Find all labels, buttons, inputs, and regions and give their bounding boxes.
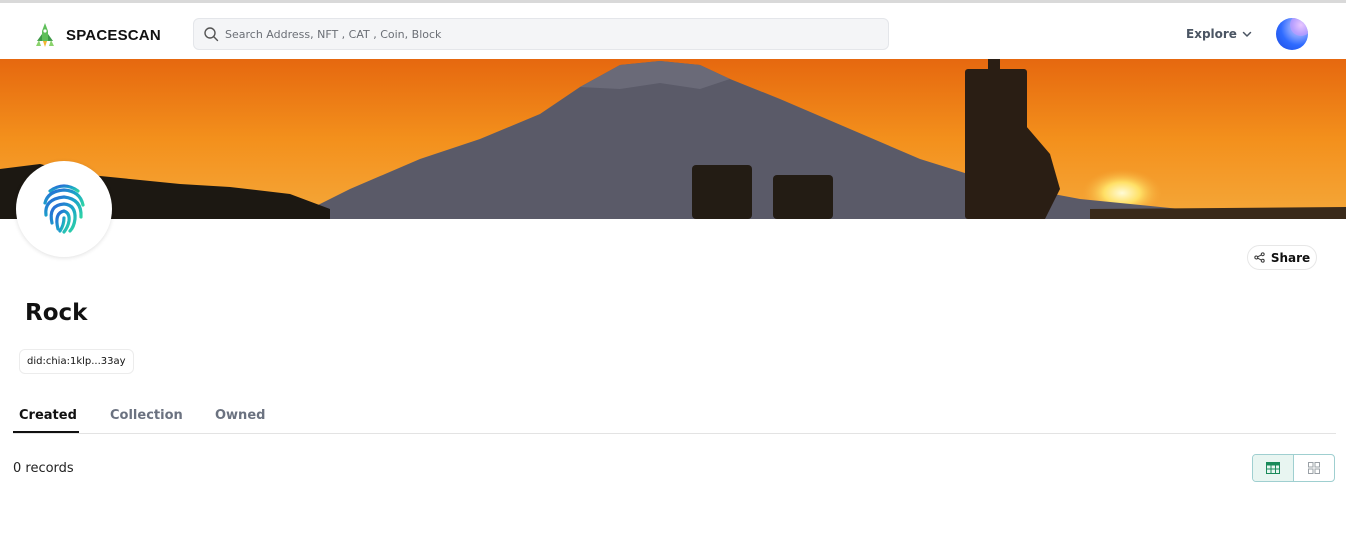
grid-view-button[interactable] [1294, 455, 1334, 481]
profile-tabs: Created Collection Owned [13, 400, 1336, 434]
profile-name: Rock [25, 300, 88, 326]
brand-name: SPACESCAN [66, 26, 161, 44]
view-toggle [1252, 454, 1335, 482]
share-button[interactable]: Share [1247, 245, 1317, 270]
table-view-button[interactable] [1253, 455, 1294, 481]
tab-owned[interactable]: Owned [215, 408, 265, 423]
spacescan-logo-icon [36, 23, 54, 47]
fingerprint-icon [43, 184, 85, 234]
did-badge[interactable]: did:chia:1klp...33ay [19, 349, 134, 374]
explore-label: Explore [1186, 27, 1237, 41]
user-avatar[interactable] [1276, 18, 1308, 50]
profile-avatar [16, 161, 112, 257]
tab-created[interactable]: Created [19, 408, 77, 423]
search-icon [204, 27, 219, 42]
search-bar[interactable] [193, 18, 889, 50]
records-count: 0 records [13, 461, 74, 476]
chevron-down-icon [1242, 31, 1252, 37]
profile-banner [0, 59, 1346, 219]
explore-menu[interactable]: Explore [1186, 27, 1253, 41]
tab-collection[interactable]: Collection [110, 408, 183, 423]
active-tab-indicator [13, 431, 79, 433]
grid-icon [1308, 462, 1320, 474]
brand-logo[interactable]: SPACESCAN [32, 22, 161, 48]
table-icon [1266, 462, 1280, 474]
search-input[interactable] [225, 27, 865, 41]
share-label: Share [1270, 250, 1311, 265]
share-icon [1254, 252, 1265, 263]
banner-image [0, 59, 1346, 219]
site-header: SPACESCAN Explore [0, 3, 1346, 59]
